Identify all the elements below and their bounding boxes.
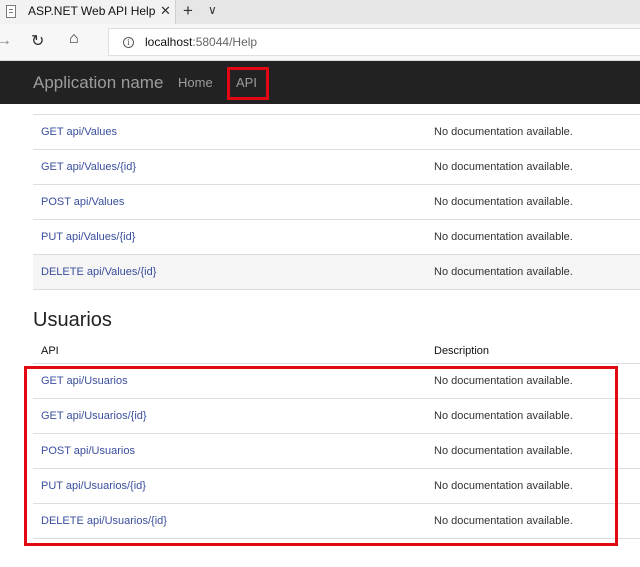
description-cell: No documentation available. bbox=[434, 444, 573, 457]
api-link[interactable]: POST api/Values bbox=[41, 196, 124, 208]
api-cell: GET api/Values bbox=[33, 115, 426, 150]
table-row: GET api/Values/{id} No documentation ava… bbox=[33, 149, 640, 185]
info-icon[interactable]: i bbox=[123, 37, 134, 48]
api-link[interactable]: GET api/Values bbox=[41, 126, 117, 138]
table-row: DELETE api/Usuarios/{id} No documentatio… bbox=[33, 503, 640, 538]
api-link[interactable]: GET api/Values/{id} bbox=[41, 161, 136, 173]
page-icon bbox=[6, 5, 16, 18]
browser-tab[interactable]: ASP.NET Web API Help ✕ bbox=[0, 0, 176, 24]
app-navbar: Application name Home API bbox=[0, 61, 640, 104]
table-row: PUT api/Values/{id} No documentation ava… bbox=[33, 219, 640, 255]
api-cell: POST api/Usuarios bbox=[33, 433, 426, 468]
url-text[interactable]: localhost:58044/Help bbox=[145, 35, 257, 49]
api-link[interactable]: GET api/Usuarios/{id} bbox=[41, 410, 147, 422]
description-cell: No documentation available. bbox=[434, 161, 573, 173]
browser-toolbar: → ↻ ⌂ i localhost:58044/Help bbox=[0, 24, 640, 61]
api-cell: GET api/Usuarios/{id} bbox=[33, 398, 426, 433]
description-cell: No documentation available. bbox=[434, 231, 573, 243]
table-row: PUT api/Usuarios/{id} No documentation a… bbox=[33, 468, 640, 503]
description-cell: No documentation available. bbox=[434, 374, 573, 387]
api-cell: POST api/Values bbox=[33, 185, 426, 220]
api-cell: DELETE api/Values/{id} bbox=[33, 255, 426, 290]
column-header-description: Description bbox=[434, 344, 490, 357]
chevron-down-icon[interactable]: ∨ bbox=[208, 3, 217, 17]
brand-link[interactable]: Application name bbox=[33, 73, 163, 93]
table-row: GET api/Usuarios No documentation availa… bbox=[33, 363, 640, 398]
tab-title: ASP.NET Web API Help bbox=[28, 4, 156, 18]
nav-home-link[interactable]: Home bbox=[178, 75, 213, 90]
api-link[interactable]: PUT api/Values/{id} bbox=[41, 231, 135, 243]
browser-tabstrip: ASP.NET Web API Help ✕ + ∨ bbox=[0, 0, 640, 24]
usuarios-api-table: API Description GET api/Usuarios No docu… bbox=[33, 339, 640, 539]
address-bar[interactable]: i localhost:58044/Help bbox=[108, 28, 640, 56]
forward-icon[interactable]: → bbox=[0, 32, 12, 50]
api-link[interactable]: GET api/Usuarios bbox=[41, 375, 128, 387]
table-header-row: API Description bbox=[33, 339, 640, 363]
api-link[interactable]: POST api/Usuarios bbox=[41, 445, 135, 457]
help-content: GET api/Values No documentation availabl… bbox=[0, 104, 640, 567]
values-api-table: GET api/Values No documentation availabl… bbox=[33, 114, 640, 290]
description-cell: No documentation available. bbox=[434, 196, 573, 208]
plus-icon[interactable]: + bbox=[183, 1, 193, 21]
api-cell: PUT api/Usuarios/{id} bbox=[33, 468, 426, 503]
api-link[interactable]: PUT api/Usuarios/{id} bbox=[41, 480, 146, 492]
table-row: POST api/Values No documentation availab… bbox=[33, 184, 640, 220]
table-row: DELETE api/Values/{id} No documentation … bbox=[33, 254, 640, 290]
description-cell: No documentation available. bbox=[434, 409, 573, 422]
description-cell: No documentation available. bbox=[434, 514, 573, 527]
home-icon[interactable]: ⌂ bbox=[69, 30, 79, 48]
api-link[interactable]: DELETE api/Usuarios/{id} bbox=[41, 515, 167, 527]
description-cell: No documentation available. bbox=[434, 126, 573, 138]
api-cell: PUT api/Values/{id} bbox=[33, 220, 426, 255]
table-row: POST api/Usuarios No documentation avail… bbox=[33, 433, 640, 468]
url-rest: :58044/Help bbox=[192, 35, 258, 49]
table-row: GET api/Usuarios/{id} No documentation a… bbox=[33, 398, 640, 433]
close-icon[interactable]: ✕ bbox=[160, 3, 171, 19]
refresh-icon[interactable]: ↻ bbox=[31, 31, 44, 51]
url-host: localhost bbox=[145, 35, 193, 49]
api-link[interactable]: DELETE api/Values/{id} bbox=[41, 266, 156, 278]
column-header-api: API bbox=[41, 344, 59, 357]
table-row: GET api/Values No documentation availabl… bbox=[33, 114, 640, 150]
nav-api-link[interactable]: API bbox=[236, 75, 257, 90]
description-cell: No documentation available. bbox=[434, 266, 573, 278]
api-cell: DELETE api/Usuarios/{id} bbox=[33, 503, 426, 538]
section-title-usuarios: Usuarios bbox=[33, 309, 112, 331]
api-cell: GET api/Usuarios bbox=[33, 363, 426, 398]
api-cell: GET api/Values/{id} bbox=[33, 150, 426, 185]
description-cell: No documentation available. bbox=[434, 479, 573, 492]
